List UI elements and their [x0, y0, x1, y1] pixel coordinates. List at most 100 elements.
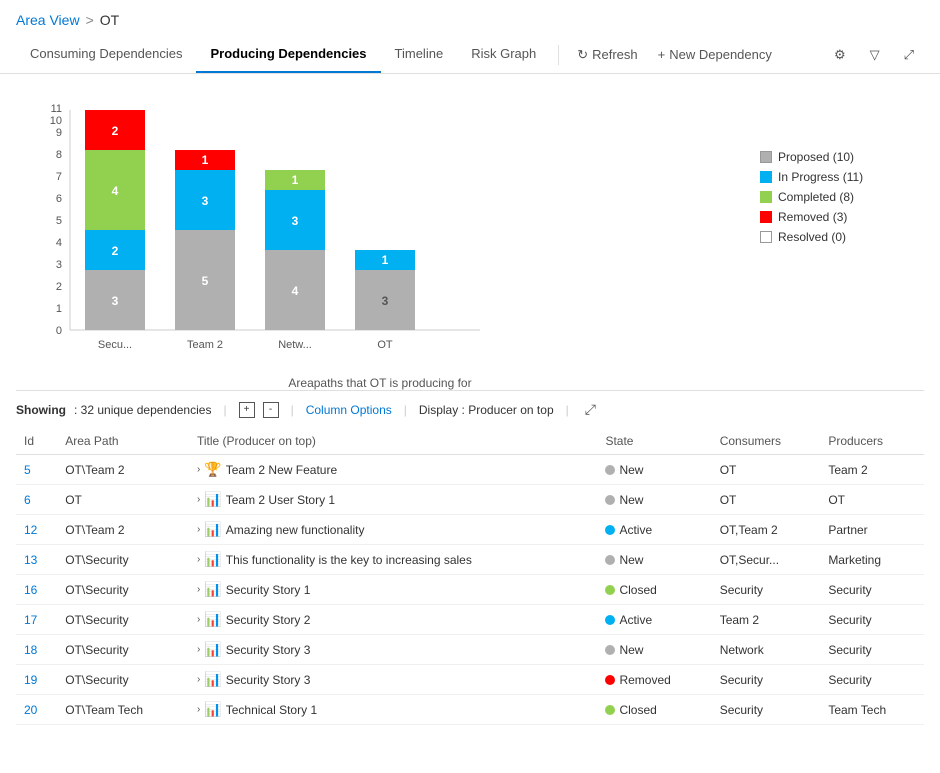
cell-state: Removed: [597, 665, 711, 695]
svg-text:5: 5: [202, 274, 209, 288]
removed-swatch: [760, 211, 772, 223]
dependencies-table: Id Area Path Title (Producer on top) Sta…: [16, 428, 924, 725]
row-chevron[interactable]: ›: [197, 524, 200, 535]
row-chevron[interactable]: ›: [197, 584, 200, 595]
resolved-swatch: [760, 231, 772, 243]
svg-text:6: 6: [56, 193, 62, 205]
row-chevron[interactable]: ›: [197, 614, 200, 625]
table-row: 6 OT › 📊 Team 2 User Story 1 New OT OT: [16, 485, 924, 515]
id-link[interactable]: 5: [24, 463, 31, 477]
cell-title: › 🏆 Team 2 New Feature: [189, 455, 598, 485]
breadcrumb-parent[interactable]: Area View: [16, 12, 80, 28]
title-icon: 📊: [204, 611, 221, 628]
state-text: Removed: [619, 673, 670, 687]
cell-title: › 📊 This functionality is the key to inc…: [189, 545, 598, 575]
new-dependency-button[interactable]: + New Dependency: [648, 39, 782, 70]
tab-right-actions: ⚙ ▽ ⤢: [824, 39, 924, 71]
col-producers: Producers: [820, 428, 924, 455]
chart-svg: 0 1 2 3 4 5 6 7 8 9 10 11 3 2 4 2: [20, 90, 500, 370]
col-consumers: Consumers: [712, 428, 821, 455]
svg-text:2: 2: [112, 244, 119, 258]
state-indicator: [605, 675, 615, 685]
row-chevron[interactable]: ›: [197, 674, 200, 685]
state-text: New: [619, 493, 643, 507]
cell-consumers: Security: [712, 695, 821, 725]
cell-area-path: OT\Security: [57, 665, 189, 695]
cell-state: Active: [597, 515, 711, 545]
cell-producers: Security: [820, 665, 924, 695]
cell-producers: Marketing: [820, 545, 924, 575]
table-section: Showing : 32 unique dependencies | + - |…: [0, 390, 940, 725]
collapse-rows-button[interactable]: -: [263, 402, 279, 418]
fullscreen-button[interactable]: ⤢: [894, 39, 924, 71]
expand-icon: ⤢: [904, 47, 914, 63]
state-indicator: [605, 705, 615, 715]
filter-button[interactable]: ▽: [860, 39, 890, 71]
expand-rows-button[interactable]: +: [239, 402, 255, 418]
cell-id: 19: [16, 665, 57, 695]
row-chevron[interactable]: ›: [197, 644, 200, 655]
add-icon: +: [658, 47, 666, 62]
tab-consuming-dependencies[interactable]: Consuming Dependencies: [16, 36, 196, 73]
title-text: Security Story 2: [226, 613, 311, 627]
table-row: 13 OT\Security › 📊 This functionality is…: [16, 545, 924, 575]
id-link[interactable]: 12: [24, 523, 37, 537]
bar-chart: 0 1 2 3 4 5 6 7 8 9 10 11 3 2 4 2: [20, 90, 740, 390]
id-link[interactable]: 16: [24, 583, 37, 597]
expand-display-button[interactable]: ⤢: [585, 401, 596, 418]
state-indicator: [605, 495, 615, 505]
id-link[interactable]: 13: [24, 553, 37, 567]
inprogress-swatch: [760, 171, 772, 183]
row-chevron[interactable]: ›: [197, 464, 200, 475]
col-id: Id: [16, 428, 57, 455]
legend-completed-label: Completed (8): [778, 190, 854, 204]
cell-state: Closed: [597, 695, 711, 725]
title-text: Team 2 User Story 1: [226, 493, 335, 507]
svg-text:Secu...: Secu...: [98, 339, 132, 351]
cell-consumers: OT,Team 2: [712, 515, 821, 545]
id-link[interactable]: 6: [24, 493, 31, 507]
chart-legend: Proposed (10) In Progress (11) Completed…: [760, 90, 920, 390]
title-icon: 🏆: [204, 461, 221, 478]
tab-bar: Consuming Dependencies Producing Depende…: [0, 36, 940, 74]
table-row: 20 OT\Team Tech › 📊 Technical Story 1 Cl…: [16, 695, 924, 725]
col-state: State: [597, 428, 711, 455]
row-chevron[interactable]: ›: [197, 704, 200, 715]
cell-area-path: OT\Team Tech: [57, 695, 189, 725]
svg-text:3: 3: [112, 294, 119, 308]
id-link[interactable]: 17: [24, 613, 37, 627]
cell-area-path: OT\Security: [57, 575, 189, 605]
refresh-button[interactable]: ↻ Refresh: [567, 39, 647, 71]
cell-id: 5: [16, 455, 57, 485]
title-icon: 📊: [204, 641, 221, 658]
column-options-button[interactable]: Column Options: [306, 403, 392, 417]
cell-id: 18: [16, 635, 57, 665]
tab-timeline[interactable]: Timeline: [381, 36, 458, 73]
cell-area-path: OT\Security: [57, 635, 189, 665]
tab-producing-dependencies[interactable]: Producing Dependencies: [196, 36, 380, 73]
breadcrumb-separator: >: [86, 12, 94, 28]
svg-text:7: 7: [56, 171, 62, 183]
id-link[interactable]: 19: [24, 673, 37, 687]
svg-text:3: 3: [292, 214, 299, 228]
table-row: 5 OT\Team 2 › 🏆 Team 2 New Feature New O…: [16, 455, 924, 485]
cell-title: › 📊 Security Story 3: [189, 665, 598, 695]
settings-button[interactable]: ⚙: [824, 39, 856, 71]
row-chevron[interactable]: ›: [197, 554, 200, 565]
cell-producers: Team Tech: [820, 695, 924, 725]
chart-section: 0 1 2 3 4 5 6 7 8 9 10 11 3 2 4 2: [0, 74, 940, 390]
row-chevron[interactable]: ›: [197, 494, 200, 505]
breadcrumb: Area View > OT: [0, 0, 940, 36]
state-text: New: [619, 463, 643, 477]
tab-risk-graph[interactable]: Risk Graph: [457, 36, 550, 73]
title-icon: 📊: [204, 581, 221, 598]
state-indicator: [605, 585, 615, 595]
id-link[interactable]: 20: [24, 703, 37, 717]
title-text: Technical Story 1: [226, 703, 317, 717]
state-indicator: [605, 555, 615, 565]
cell-title: › 📊 Security Story 1: [189, 575, 598, 605]
id-link[interactable]: 18: [24, 643, 37, 657]
cell-title: › 📊 Security Story 2: [189, 605, 598, 635]
col-area-path: Area Path: [57, 428, 189, 455]
refresh-icon: ↻: [577, 47, 588, 63]
